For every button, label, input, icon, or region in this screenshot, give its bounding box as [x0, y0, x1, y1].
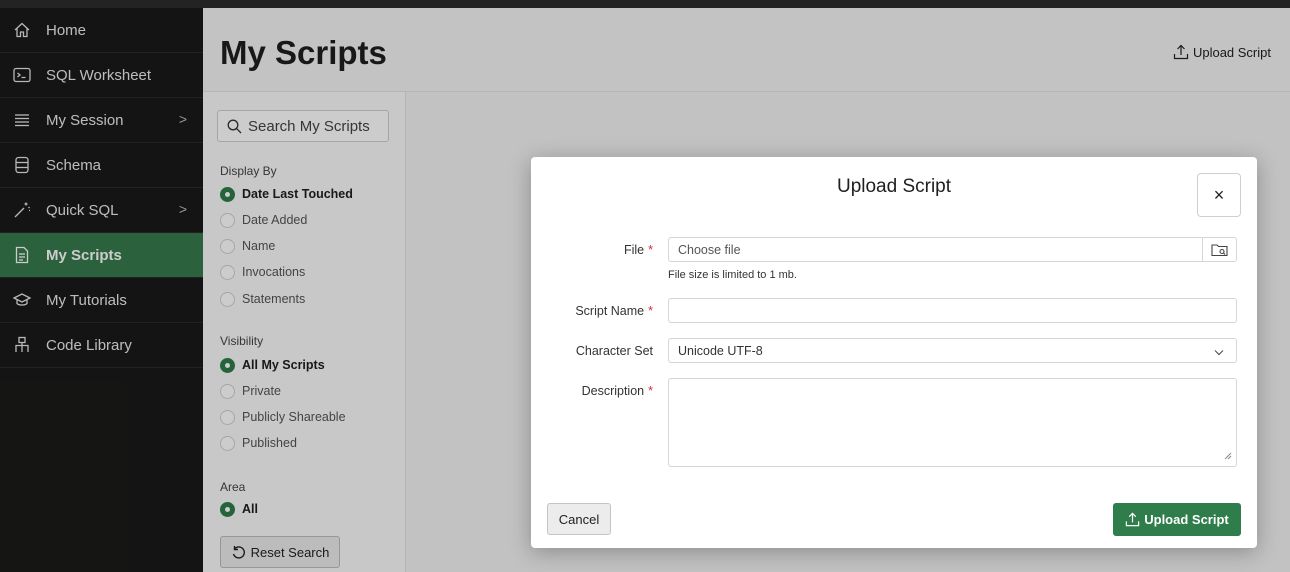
resize-handle-icon[interactable]	[1224, 449, 1232, 463]
file-label-text: File	[623, 243, 645, 257]
character-set-select[interactable]: Unicode UTF-8	[668, 338, 1237, 363]
chevron-down-icon	[1214, 345, 1224, 359]
script-name-input[interactable]	[668, 298, 1237, 323]
file-input[interactable]: Choose file	[668, 237, 1237, 262]
upload-script-button[interactable]: Upload Script	[1113, 503, 1241, 536]
upload-script-label: Upload Script	[1144, 512, 1229, 527]
upload-icon	[1126, 512, 1140, 527]
description-label-text: Description	[581, 384, 645, 398]
required-marker: *	[648, 304, 653, 318]
required-marker: *	[648, 243, 653, 257]
file-size-hint: File size is limited to 1 mb.	[668, 269, 797, 281]
file-label: File *	[624, 243, 653, 257]
close-button[interactable]: ×	[1197, 173, 1241, 217]
upload-script-dialog: Upload Script × File * Choose file File s…	[531, 157, 1257, 548]
cancel-button[interactable]: Cancel	[547, 503, 611, 535]
script-name-label-text: Script Name	[575, 304, 645, 318]
description-label: Description *	[582, 384, 653, 398]
file-placeholder: Choose file	[678, 242, 741, 257]
character-set-value: Unicode UTF-8	[678, 343, 763, 358]
close-icon: ×	[1213, 184, 1225, 205]
dialog-title: Upload Script	[836, 176, 952, 197]
folder-icon[interactable]	[1202, 238, 1236, 261]
required-marker: *	[648, 384, 653, 398]
character-set-label: Character Set	[575, 344, 653, 358]
description-textarea[interactable]	[668, 378, 1237, 467]
script-name-label: Script Name *	[575, 304, 653, 318]
